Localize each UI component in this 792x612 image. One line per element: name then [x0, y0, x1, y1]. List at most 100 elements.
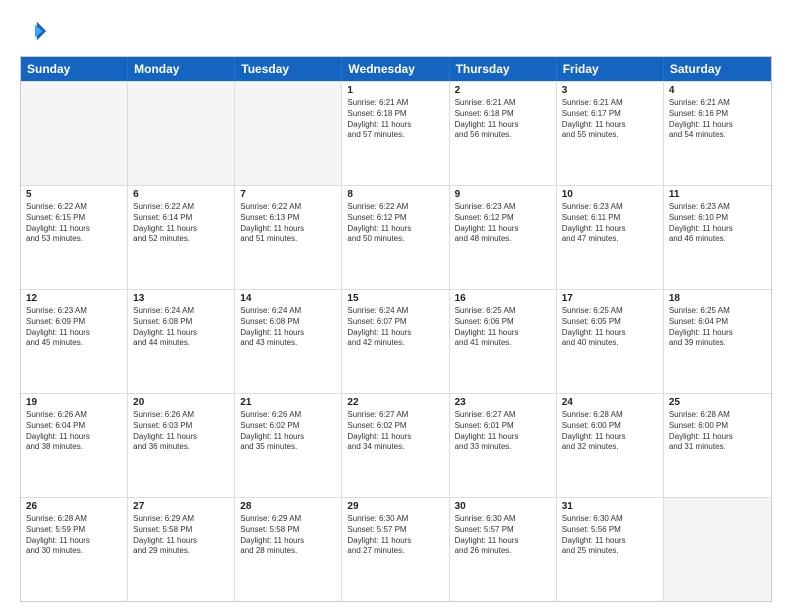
day-number: 28	[240, 501, 336, 512]
calendar-cell: 31 Sunrise: 6:30 AM Sunset: 5:56 PM Dayli…	[557, 498, 664, 601]
calendar-cell: 18 Sunrise: 6:25 AM Sunset: 6:04 PM Dayli…	[664, 290, 771, 393]
day-number: 23	[455, 397, 551, 408]
calendar-cell: 27 Sunrise: 6:29 AM Sunset: 5:58 PM Dayli…	[128, 498, 235, 601]
calendar-cell: 12 Sunrise: 6:23 AM Sunset: 6:09 PM Dayli…	[21, 290, 128, 393]
calendar-row: 19Sunrise: 6:26 AM Sunset: 6:04 PM Dayli…	[21, 393, 771, 497]
calendar-cell: 23 Sunrise: 6:27 AM Sunset: 6:01 PM Dayli…	[450, 394, 557, 497]
cell-info: Sunrise: 6:26 AM Sunset: 6:03 PM Dayligh…	[133, 410, 229, 453]
calendar-cell: 20 Sunrise: 6:26 AM Sunset: 6:03 PM Dayli…	[128, 394, 235, 497]
calendar-cell: 9 Sunrise: 6:23 AM Sunset: 6:12 PM Daylig…	[450, 186, 557, 289]
day-number: 6	[133, 189, 229, 200]
calendar-row: 12 Sunrise: 6:23 AM Sunset: 6:09 PM Dayli…	[21, 289, 771, 393]
cell-info: Sunrise: 6:22 AM Sunset: 6:13 PM Dayligh…	[240, 202, 336, 245]
cell-info: Sunrise: 6:23 AM Sunset: 6:10 PM Dayligh…	[669, 202, 766, 245]
day-number: 29	[347, 501, 443, 512]
calendar-cell	[128, 82, 235, 185]
calendar-cell: 22 Sunrise: 6:27 AM Sunset: 6:02 PM Dayli…	[342, 394, 449, 497]
calendar-cell: 21 Sunrise: 6:26 AM Sunset: 6:02 PM Dayli…	[235, 394, 342, 497]
day-number: 12	[26, 293, 122, 304]
day-number: 9	[455, 189, 551, 200]
calendar-cell: 17Sunrise: 6:25 AM Sunset: 6:05 PM Dayli…	[557, 290, 664, 393]
weekday-header: Tuesday	[235, 57, 342, 81]
cell-info: Sunrise: 6:30 AM Sunset: 5:56 PM Dayligh…	[562, 514, 658, 557]
cell-info: Sunrise: 6:26 AM Sunset: 6:04 PM Dayligh…	[26, 410, 122, 453]
cell-info: Sunrise: 6:22 AM Sunset: 6:15 PM Dayligh…	[26, 202, 122, 245]
cell-info: Sunrise: 6:29 AM Sunset: 5:58 PM Dayligh…	[240, 514, 336, 557]
page: SundayMondayTuesdayWednesdayThursdayFrid…	[0, 0, 792, 612]
weekday-header: Wednesday	[342, 57, 449, 81]
calendar-row: 5 Sunrise: 6:22 AM Sunset: 6:15 PM Daylig…	[21, 185, 771, 289]
calendar-cell: 3Sunrise: 6:21 AM Sunset: 6:17 PM Daylig…	[557, 82, 664, 185]
calendar-cell: 11 Sunrise: 6:23 AM Sunset: 6:10 PM Dayli…	[664, 186, 771, 289]
calendar-row: 26 Sunrise: 6:28 AM Sunset: 5:59 PM Dayli…	[21, 497, 771, 601]
cell-info: Sunrise: 6:24 AM Sunset: 6:07 PM Dayligh…	[347, 306, 443, 349]
weekday-header: Friday	[557, 57, 664, 81]
day-number: 25	[669, 397, 766, 408]
cell-info: Sunrise: 6:26 AM Sunset: 6:02 PM Dayligh…	[240, 410, 336, 453]
calendar: SundayMondayTuesdayWednesdayThursdayFrid…	[20, 56, 772, 602]
cell-info: Sunrise: 6:25 AM Sunset: 6:06 PM Dayligh…	[455, 306, 551, 349]
cell-info: Sunrise: 6:23 AM Sunset: 6:12 PM Dayligh…	[455, 202, 551, 245]
day-number: 10	[562, 189, 658, 200]
cell-info: Sunrise: 6:21 AM Sunset: 6:18 PM Dayligh…	[455, 98, 551, 141]
cell-info: Sunrise: 6:28 AM Sunset: 6:00 PM Dayligh…	[669, 410, 766, 453]
day-number: 27	[133, 501, 229, 512]
day-number: 18	[669, 293, 766, 304]
day-number: 22	[347, 397, 443, 408]
calendar-cell: 2Sunrise: 6:21 AM Sunset: 6:18 PM Daylig…	[450, 82, 557, 185]
calendar-cell: 10 Sunrise: 6:23 AM Sunset: 6:11 PM Dayli…	[557, 186, 664, 289]
cell-info: Sunrise: 6:25 AM Sunset: 6:04 PM Dayligh…	[669, 306, 766, 349]
day-number: 11	[669, 189, 766, 200]
day-number: 7	[240, 189, 336, 200]
calendar-header-row: SundayMondayTuesdayWednesdayThursdayFrid…	[21, 57, 771, 81]
calendar-cell: 30 Sunrise: 6:30 AM Sunset: 5:57 PM Dayli…	[450, 498, 557, 601]
day-number: 21	[240, 397, 336, 408]
cell-info: Sunrise: 6:23 AM Sunset: 6:09 PM Dayligh…	[26, 306, 122, 349]
cell-info: Sunrise: 6:24 AM Sunset: 6:08 PM Dayligh…	[240, 306, 336, 349]
calendar-cell	[235, 82, 342, 185]
day-number: 14	[240, 293, 336, 304]
calendar-cell	[664, 498, 771, 601]
calendar-cell: 6 Sunrise: 6:22 AM Sunset: 6:14 PM Daylig…	[128, 186, 235, 289]
day-number: 30	[455, 501, 551, 512]
day-number: 20	[133, 397, 229, 408]
cell-info: Sunrise: 6:22 AM Sunset: 6:12 PM Dayligh…	[347, 202, 443, 245]
calendar-cell	[21, 82, 128, 185]
day-number: 4	[669, 85, 766, 96]
weekday-header: Thursday	[450, 57, 557, 81]
calendar-body: 1Sunrise: 6:21 AM Sunset: 6:18 PM Daylig…	[21, 81, 771, 601]
day-number: 26	[26, 501, 122, 512]
cell-info: Sunrise: 6:28 AM Sunset: 5:59 PM Dayligh…	[26, 514, 122, 557]
cell-info: Sunrise: 6:21 AM Sunset: 6:17 PM Dayligh…	[562, 98, 658, 141]
day-number: 13	[133, 293, 229, 304]
cell-info: Sunrise: 6:23 AM Sunset: 6:11 PM Dayligh…	[562, 202, 658, 245]
day-number: 24	[562, 397, 658, 408]
header	[20, 18, 772, 46]
day-number: 15	[347, 293, 443, 304]
day-number: 31	[562, 501, 658, 512]
cell-info: Sunrise: 6:28 AM Sunset: 6:00 PM Dayligh…	[562, 410, 658, 453]
cell-info: Sunrise: 6:27 AM Sunset: 6:01 PM Dayligh…	[455, 410, 551, 453]
cell-info: Sunrise: 6:30 AM Sunset: 5:57 PM Dayligh…	[347, 514, 443, 557]
cell-info: Sunrise: 6:21 AM Sunset: 6:16 PM Dayligh…	[669, 98, 766, 141]
calendar-cell: 8Sunrise: 6:22 AM Sunset: 6:12 PM Daylig…	[342, 186, 449, 289]
day-number: 16	[455, 293, 551, 304]
calendar-cell: 19Sunrise: 6:26 AM Sunset: 6:04 PM Dayli…	[21, 394, 128, 497]
cell-info: Sunrise: 6:29 AM Sunset: 5:58 PM Dayligh…	[133, 514, 229, 557]
weekday-header: Monday	[128, 57, 235, 81]
calendar-cell: 5 Sunrise: 6:22 AM Sunset: 6:15 PM Daylig…	[21, 186, 128, 289]
logo	[20, 18, 52, 46]
cell-info: Sunrise: 6:27 AM Sunset: 6:02 PM Dayligh…	[347, 410, 443, 453]
cell-info: Sunrise: 6:24 AM Sunset: 6:08 PM Dayligh…	[133, 306, 229, 349]
calendar-cell: 28 Sunrise: 6:29 AM Sunset: 5:58 PM Dayli…	[235, 498, 342, 601]
cell-info: Sunrise: 6:21 AM Sunset: 6:18 PM Dayligh…	[347, 98, 443, 141]
cell-info: Sunrise: 6:30 AM Sunset: 5:57 PM Dayligh…	[455, 514, 551, 557]
weekday-header: Sunday	[21, 57, 128, 81]
logo-icon	[20, 18, 48, 46]
day-number: 5	[26, 189, 122, 200]
calendar-cell: 26 Sunrise: 6:28 AM Sunset: 5:59 PM Dayli…	[21, 498, 128, 601]
calendar-row: 1Sunrise: 6:21 AM Sunset: 6:18 PM Daylig…	[21, 81, 771, 185]
calendar-cell: 14 Sunrise: 6:24 AM Sunset: 6:08 PM Dayli…	[235, 290, 342, 393]
calendar-cell: 29 Sunrise: 6:30 AM Sunset: 5:57 PM Dayli…	[342, 498, 449, 601]
cell-info: Sunrise: 6:22 AM Sunset: 6:14 PM Dayligh…	[133, 202, 229, 245]
